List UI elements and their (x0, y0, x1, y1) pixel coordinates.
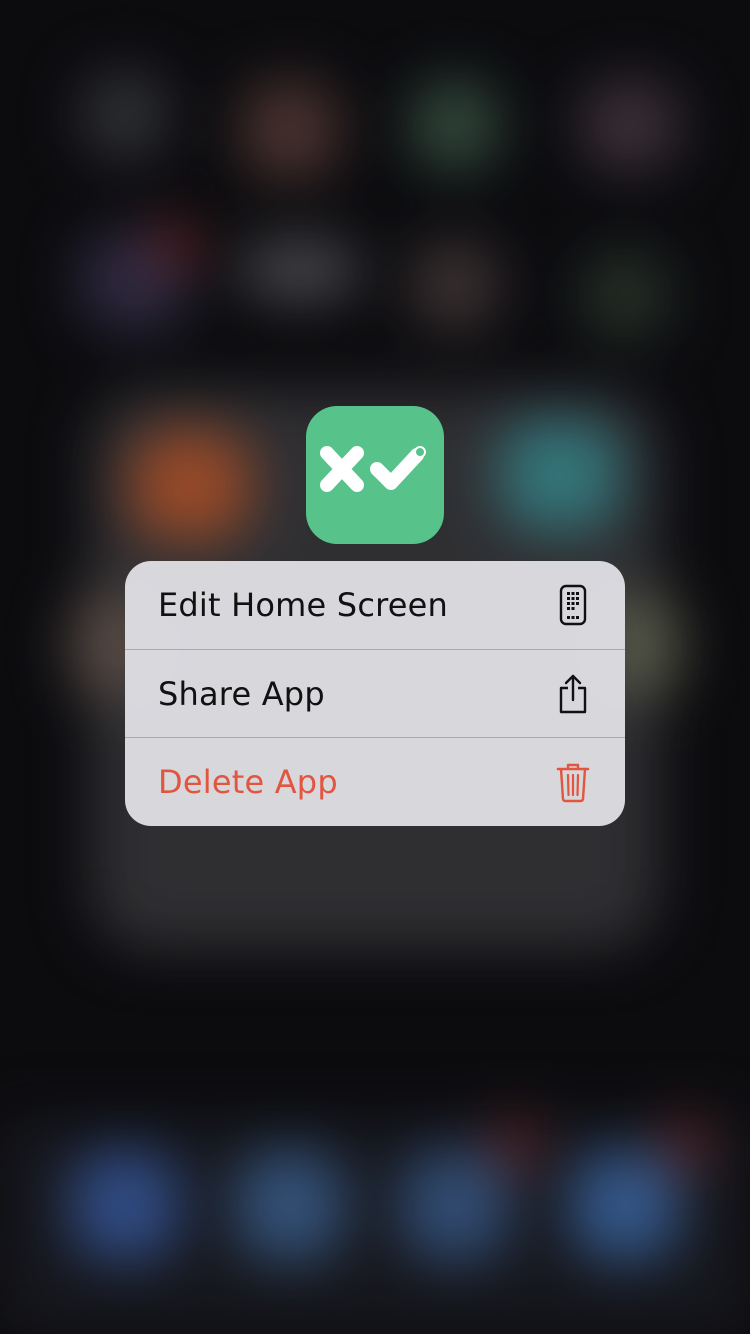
menu-item-label: Share App (158, 674, 325, 713)
app-context-menu: Edit Home Screen Share App Delete App (125, 561, 625, 826)
app-icon[interactable] (306, 406, 444, 544)
trash-icon (555, 760, 591, 804)
menu-item-label: Edit Home Screen (158, 586, 449, 624)
share-app-menu-item[interactable]: Share App (125, 649, 625, 737)
phone-apps-icon (555, 583, 591, 627)
edit-home-screen-menu-item[interactable]: Edit Home Screen (125, 561, 625, 649)
x-check-app-icon (320, 446, 426, 492)
menu-item-label: Delete App (158, 762, 338, 801)
delete-app-menu-item[interactable]: Delete App (125, 737, 625, 825)
share-icon (555, 672, 591, 716)
home-screen-context-menu-view: Edit Home Screen Share App Delete App (0, 0, 750, 1334)
